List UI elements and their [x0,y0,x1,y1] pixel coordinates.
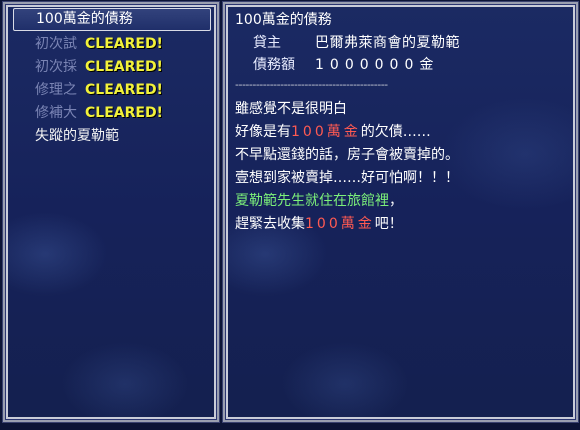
quest-item-first-gather[interactable]: 初次採 CLEARED! [13,56,211,79]
quest-detail: 100萬金的債務 貸主 巴爾弗萊商會的夏勒範 債務額 1000000金 ----… [235,10,566,236]
quest-title: 100萬金的債務 [235,12,332,28]
amount-value: 1000000金 [315,57,440,73]
quest-item-mend[interactable]: 修補大 CLEARED! [13,102,211,125]
quest-item-label: 失蹤的夏勒範 [35,128,119,144]
quest-item-debt[interactable]: 100萬金的債務 [13,8,211,31]
cleared-stamp: CLEARED! [85,36,163,52]
quest-item-label: 初次採 [35,59,77,75]
description-text: 不早點還錢的話，房子會被賣掉的。 [235,147,459,163]
quest-item-missing[interactable]: 失蹤的夏勒範 [13,125,211,148]
cleared-stamp: CLEARED! [85,82,163,98]
description-text: 的欠債…… [360,124,431,140]
separator: ----------------------------------------… [235,78,388,91]
quest-detail-panel: 100萬金的債務 貸主 巴爾弗萊商會的夏勒範 債務額 1000000金 ----… [223,2,578,422]
quest-item-label: 初次試 [35,36,77,52]
client-row: 貸主 巴爾弗萊商會的夏勒範 [235,32,566,54]
amount-row: 債務額 1000000金 [235,54,566,76]
quest-item-label: 修補大 [35,105,77,121]
cleared-stamp: CLEARED! [85,105,163,121]
description-line-3: 不早點還錢的話，房子會被賣掉的。 [235,144,566,167]
quest-item-label: 100萬金的債務 [36,11,133,27]
quest-item-repair[interactable]: 修理之 CLEARED! [13,79,211,102]
amount-key: 債務額 [253,57,295,73]
npc-hint: 夏勒範先生就住在旅館裡 [235,193,389,209]
highlight-amount: 100萬金 [305,216,375,232]
client-value: 巴爾弗萊商會的夏勒範 [315,35,460,51]
description-text: 壹想到家被賣掉……好可怕啊！！！ [235,170,459,186]
quest-list-panel: 100萬金的債務 初次試 CLEARED! 初次採 CLEARED! 修理之 C… [3,2,219,422]
description-line-5: 夏勒範先生就住在旅館裡， [235,190,566,213]
description-text: ， [389,193,403,209]
description-line-2: 好像是有100萬金的欠債…… [235,121,566,144]
description-text: 雖感覺不是很明白 [235,101,347,117]
cleared-stamp: CLEARED! [85,59,163,75]
description-line-6: 趕緊去收集100萬金吧！ [235,213,566,236]
quest-list: 100萬金的債務 初次試 CLEARED! 初次採 CLEARED! 修理之 C… [13,8,211,148]
description-text: 好像是有 [235,124,291,140]
client-key: 貸主 [253,35,281,51]
description-line-1: 雖感覺不是很明白 [235,98,566,121]
description-text: 吧！ [374,216,403,232]
quest-item-label: 修理之 [35,82,77,98]
description-text: 趕緊去收集 [235,216,305,232]
description-line-4: 壹想到家被賣掉……好可怕啊！！！ [235,167,566,190]
quest-item-first-trial[interactable]: 初次試 CLEARED! [13,33,211,56]
highlight-amount: 100萬金 [291,124,361,140]
